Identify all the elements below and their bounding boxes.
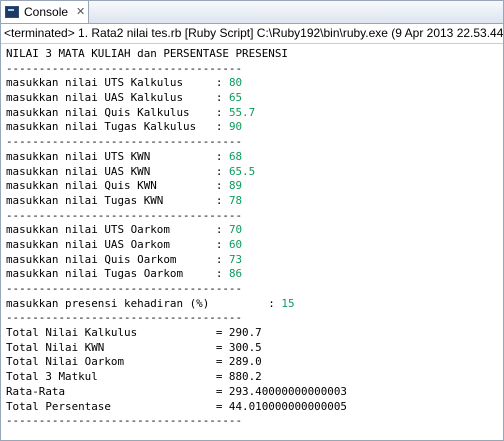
console-line-text: masukkan presensi kehadiran (%) : [6, 296, 282, 310]
console-line: ------------------------------------ [6, 414, 503, 429]
console-line-text: Total Persentase = 44.010000000000005 [6, 399, 347, 413]
console-input-value: 15 [281, 296, 295, 310]
console-input-value: 89 [228, 179, 243, 193]
console-line: masukkan nilai Tugas KWN : 78 [6, 194, 503, 209]
console-output[interactable]: NILAI 3 MATA KULIAH dan PERSENTASE PRESE… [1, 44, 503, 429]
console-line: Total 3 Matkul = 880.2 [6, 370, 503, 385]
console-line: masukkan nilai UAS Kalkulus : 65 [6, 91, 503, 106]
console-line-text: masukkan nilai Quis Oarkom : [6, 252, 229, 266]
close-icon[interactable]: ✕ [76, 6, 85, 18]
console-input-value: 68 [228, 149, 243, 163]
console-line: masukkan nilai Quis Oarkom : 73 [6, 253, 503, 268]
console-line-text: ------------------------------------ [6, 208, 243, 222]
console-line: masukkan nilai Tugas Kalkulus : 90 [6, 120, 503, 135]
console-line-text: ------------------------------------ [6, 414, 243, 428]
console-input-value: 86 [228, 267, 243, 281]
console-line-text: Total Nilai KWN = 300.5 [6, 340, 262, 354]
console-line: masukkan nilai UAS KWN : 65.5 [6, 165, 503, 180]
console-line: ------------------------------------ [6, 135, 503, 150]
console-input-value: 73 [228, 252, 243, 266]
console-input-value: 70 [228, 223, 243, 237]
console-icon [5, 6, 19, 18]
console-line: NILAI 3 MATA KULIAH dan PERSENTASE PRESE… [6, 47, 503, 62]
console-line: Rata-Rata = 293.40000000000003 [6, 385, 503, 400]
console-line: Total Nilai Oarkom = 289.0 [6, 355, 503, 370]
console-line-text: ------------------------------------ [6, 282, 243, 295]
console-line: Total Persentase = 44.010000000000005 [6, 400, 503, 415]
console-view: Console ✕ <terminated> 1. Rata2 nilai te… [0, 0, 504, 441]
console-input-value: 90 [228, 120, 243, 134]
console-input-value: 80 [228, 76, 243, 90]
console-line-text: masukkan nilai Tugas Oarkom : [6, 267, 229, 281]
console-line: masukkan nilai UTS Oarkom : 70 [6, 223, 503, 238]
console-input-value: 78 [228, 193, 243, 207]
console-input-value: 65.5 [228, 164, 256, 178]
console-line-text: Rata-Rata = 293.40000000000003 [6, 384, 347, 398]
console-line-text: masukkan nilai Tugas KWN : [6, 193, 229, 207]
console-line: ------------------------------------ [6, 62, 503, 77]
console-line-text: masukkan nilai Tugas Kalkulus : [6, 120, 229, 134]
tab-console[interactable]: Console ✕ [1, 1, 89, 23]
console-line: Total Nilai Kalkulus = 290.7 [6, 326, 503, 341]
console-line: ------------------------------------ [6, 209, 503, 224]
console-line: masukkan nilai Quis Kalkulus : 55.7 [6, 106, 503, 121]
console-line-text: masukkan nilai UTS Oarkom : [6, 223, 229, 237]
console-line: Total Nilai KWN = 300.5 [6, 341, 503, 356]
tab-bar: Console ✕ [1, 1, 503, 24]
console-input-value: 65 [228, 91, 243, 105]
console-line-text: ------------------------------------ [6, 61, 243, 75]
console-line-text: masukkan nilai UTS Kalkulus : [6, 76, 229, 90]
console-line-text: masukkan nilai UTS KWN : [6, 149, 229, 163]
console-line-text: Total 3 Matkul = 880.2 [6, 370, 262, 384]
console-line-text: ------------------------------------ [6, 135, 243, 149]
console-line: masukkan nilai UTS Kalkulus : 80 [6, 76, 503, 91]
console-line: masukkan nilai Quis KWN : 89 [6, 179, 503, 194]
console-line: ------------------------------------ [6, 311, 503, 326]
console-line: masukkan nilai Tugas Oarkom : 86 [6, 267, 503, 282]
console-line-text: Total Nilai Kalkulus = 290.7 [6, 326, 262, 340]
console-line-text: Total Nilai Oarkom = 289.0 [6, 355, 262, 369]
console-line: masukkan nilai UAS Oarkom : 60 [6, 238, 503, 253]
console-input-value: 55.7 [228, 105, 256, 119]
tab-console-label: Console [24, 5, 69, 19]
console-line-text: NILAI 3 MATA KULIAH dan PERSENTASE PRESE… [6, 47, 288, 60]
process-status-line: <terminated> 1. Rata2 nilai tes.rb [Ruby… [1, 24, 503, 44]
console-line-text: ------------------------------------ [6, 311, 243, 325]
console-input-value: 60 [228, 237, 243, 251]
console-line-text: masukkan nilai UAS Kalkulus : [6, 91, 229, 105]
console-line-text: masukkan nilai UAS Oarkom : [6, 237, 229, 251]
console-line-text: masukkan nilai Quis KWN : [6, 179, 229, 193]
console-line: ------------------------------------ [6, 282, 503, 297]
console-line-text: masukkan nilai Quis Kalkulus : [6, 105, 229, 119]
console-line: masukkan presensi kehadiran (%) : 15 [6, 297, 503, 312]
console-line: masukkan nilai UTS KWN : 68 [6, 150, 503, 165]
console-line-text: masukkan nilai UAS KWN : [6, 164, 229, 178]
